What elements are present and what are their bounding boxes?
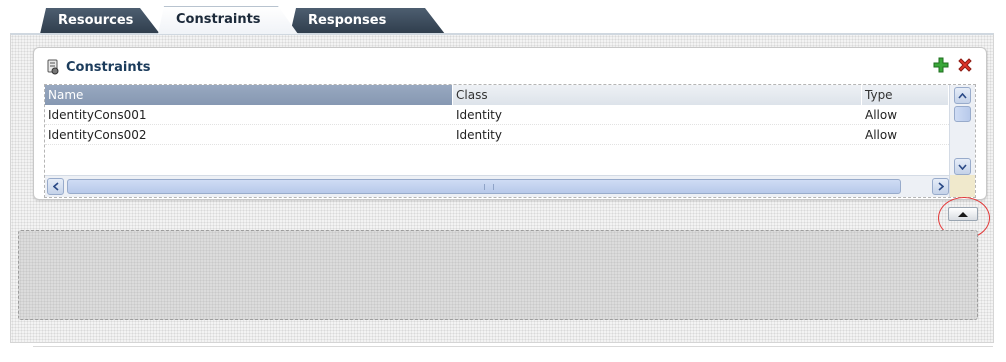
table-row[interactable]: IdentityCons002 Identity Allow xyxy=(45,125,949,145)
column-header-class[interactable]: Class xyxy=(453,85,862,105)
scroll-left-button[interactable] xyxy=(47,178,64,195)
tab-bar: Resources Responses Constraints xyxy=(40,8,450,34)
chevron-up-icon xyxy=(958,92,967,99)
detail-panel xyxy=(18,230,978,320)
scroll-grip xyxy=(484,184,494,190)
constraints-panel: Constraints Name Class Type IdentityCons… xyxy=(33,47,987,200)
cell-class: Identity xyxy=(456,108,502,122)
scroll-right-button[interactable] xyxy=(932,178,949,195)
constraints-table: Name Class Type IdentityCons001 Identity… xyxy=(44,84,976,198)
chevron-right-icon xyxy=(937,182,944,191)
cell-class: Identity xyxy=(456,128,502,142)
table-row[interactable]: IdentityCons001 Identity Allow xyxy=(45,105,949,125)
cell-type: Allow xyxy=(865,108,898,122)
panel-header: Constraints xyxy=(46,57,151,77)
chevron-down-icon xyxy=(958,163,967,170)
horizontal-scroll-thumb[interactable] xyxy=(67,179,901,194)
x-icon xyxy=(958,58,972,72)
panel-title: Constraints xyxy=(66,59,151,75)
divider xyxy=(33,346,993,348)
table-header: Name Class Type xyxy=(45,85,949,105)
scrollbar-corner xyxy=(949,175,975,197)
vertical-scrollbar[interactable] xyxy=(949,85,975,177)
horizontal-scrollbar[interactable] xyxy=(45,175,949,197)
column-header-type[interactable]: Type xyxy=(862,85,949,105)
tab-responses[interactable]: Responses xyxy=(290,8,445,34)
add-constraint-button[interactable] xyxy=(932,56,950,74)
scroll-up-button[interactable] xyxy=(954,87,971,104)
cell-type: Allow xyxy=(865,128,898,142)
chevron-left-icon xyxy=(52,182,59,191)
tab-constraints[interactable]: Constraints xyxy=(158,6,298,34)
scroll-down-button[interactable] xyxy=(954,158,971,175)
cell-name: IdentityCons002 xyxy=(48,128,147,142)
plus-icon xyxy=(933,57,949,73)
column-header-name[interactable]: Name xyxy=(45,85,453,105)
cell-name: IdentityCons001 xyxy=(48,108,147,122)
vertical-scroll-thumb[interactable] xyxy=(954,106,971,122)
constraint-icon xyxy=(46,59,60,75)
tab-resources[interactable]: Resources xyxy=(40,8,160,34)
delete-constraint-button[interactable] xyxy=(956,56,974,74)
